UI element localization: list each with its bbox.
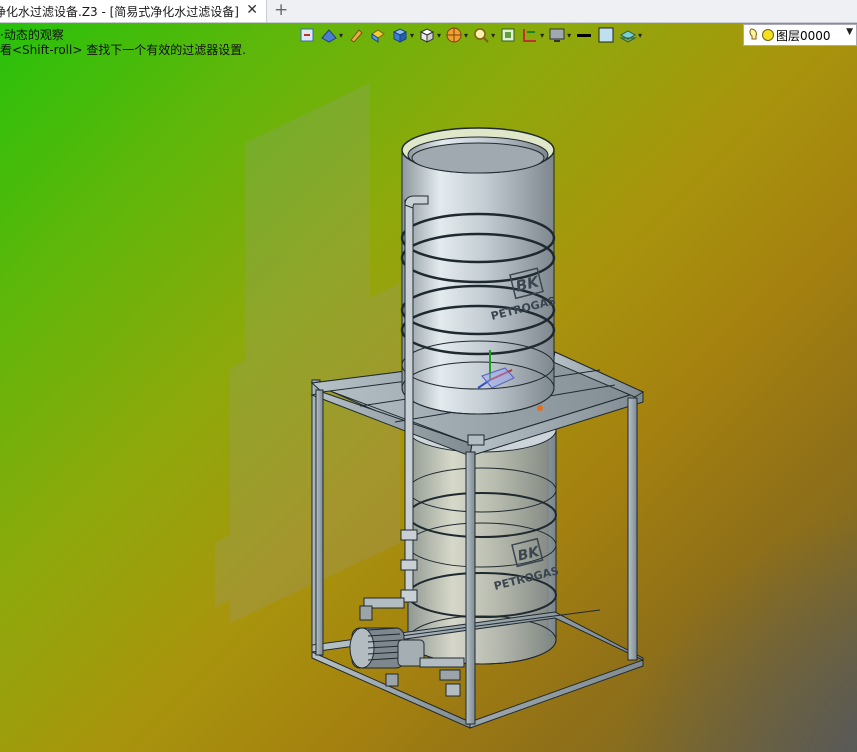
chevron-down-icon: ▾ (437, 30, 442, 40)
cube-icon[interactable]: ▾ (391, 25, 414, 45)
layer-lightbulb-icon (749, 28, 774, 41)
chevron-down-icon[interactable]: ▼ (846, 27, 853, 37)
close-tab-icon[interactable]: ✕ (246, 2, 258, 18)
zoom-icon[interactable]: ▾ (472, 25, 495, 45)
color-swatch-icon[interactable] (597, 25, 615, 45)
section-icon[interactable]: ▾ (521, 25, 544, 45)
layer-stack-icon[interactable]: ▾ (619, 25, 642, 45)
chevron-down-icon: ▾ (491, 30, 496, 40)
hint-line-2: 看<Shift-roll> 查找下一个有效的过滤器设置. (0, 43, 247, 57)
layer-name: 图层0000 (776, 28, 831, 43)
render-icon[interactable] (369, 25, 387, 45)
chevron-down-icon: ▾ (540, 30, 545, 40)
chevron-down-icon: ▾ (464, 30, 469, 40)
3d-viewport[interactable]: PETROGAS BK PETROGAS BK ·动态的观察 看<Shift-r… (0, 23, 857, 752)
chevron-down-icon: ▾ (339, 30, 344, 40)
tab-bar: 净化水过滤设备.Z3 - [简易式净化水过滤设备] ✕ + (0, 0, 857, 23)
monitor-icon[interactable]: ▾ (548, 25, 571, 45)
chevron-down-icon: ▾ (410, 30, 415, 40)
new-tab-button[interactable]: + (274, 0, 288, 20)
view-toolbar: ▾ ▾ ▾ ▾ ▾ ▾ ▾ ▾ (298, 23, 642, 47)
sphere-icon[interactable]: ▾ (445, 25, 468, 45)
shape-icon[interactable]: ▾ (418, 25, 441, 45)
layer-select[interactable]: 图层0000 ▼ (743, 24, 857, 46)
document-tab[interactable]: 净化水过滤设备.Z3 - [简易式净化水过滤设备] ✕ (0, 0, 267, 22)
line-icon[interactable] (575, 25, 593, 45)
fit-icon[interactable] (499, 25, 517, 45)
upper-tank: PETROGAS BK (400, 127, 557, 415)
pencil-icon[interactable] (347, 25, 365, 45)
view-icon[interactable] (298, 25, 316, 45)
chevron-down-icon: ▾ (638, 30, 643, 40)
chevron-down-icon: ▾ (567, 30, 572, 40)
filter-equipment-model[interactable]: PETROGAS BK PETROGAS BK (0, 23, 857, 752)
document-tab-title: 净化水过滤设备.Z3 - [简易式净化水过滤设备] (0, 4, 239, 19)
display-icon[interactable]: ▾ (320, 25, 343, 45)
